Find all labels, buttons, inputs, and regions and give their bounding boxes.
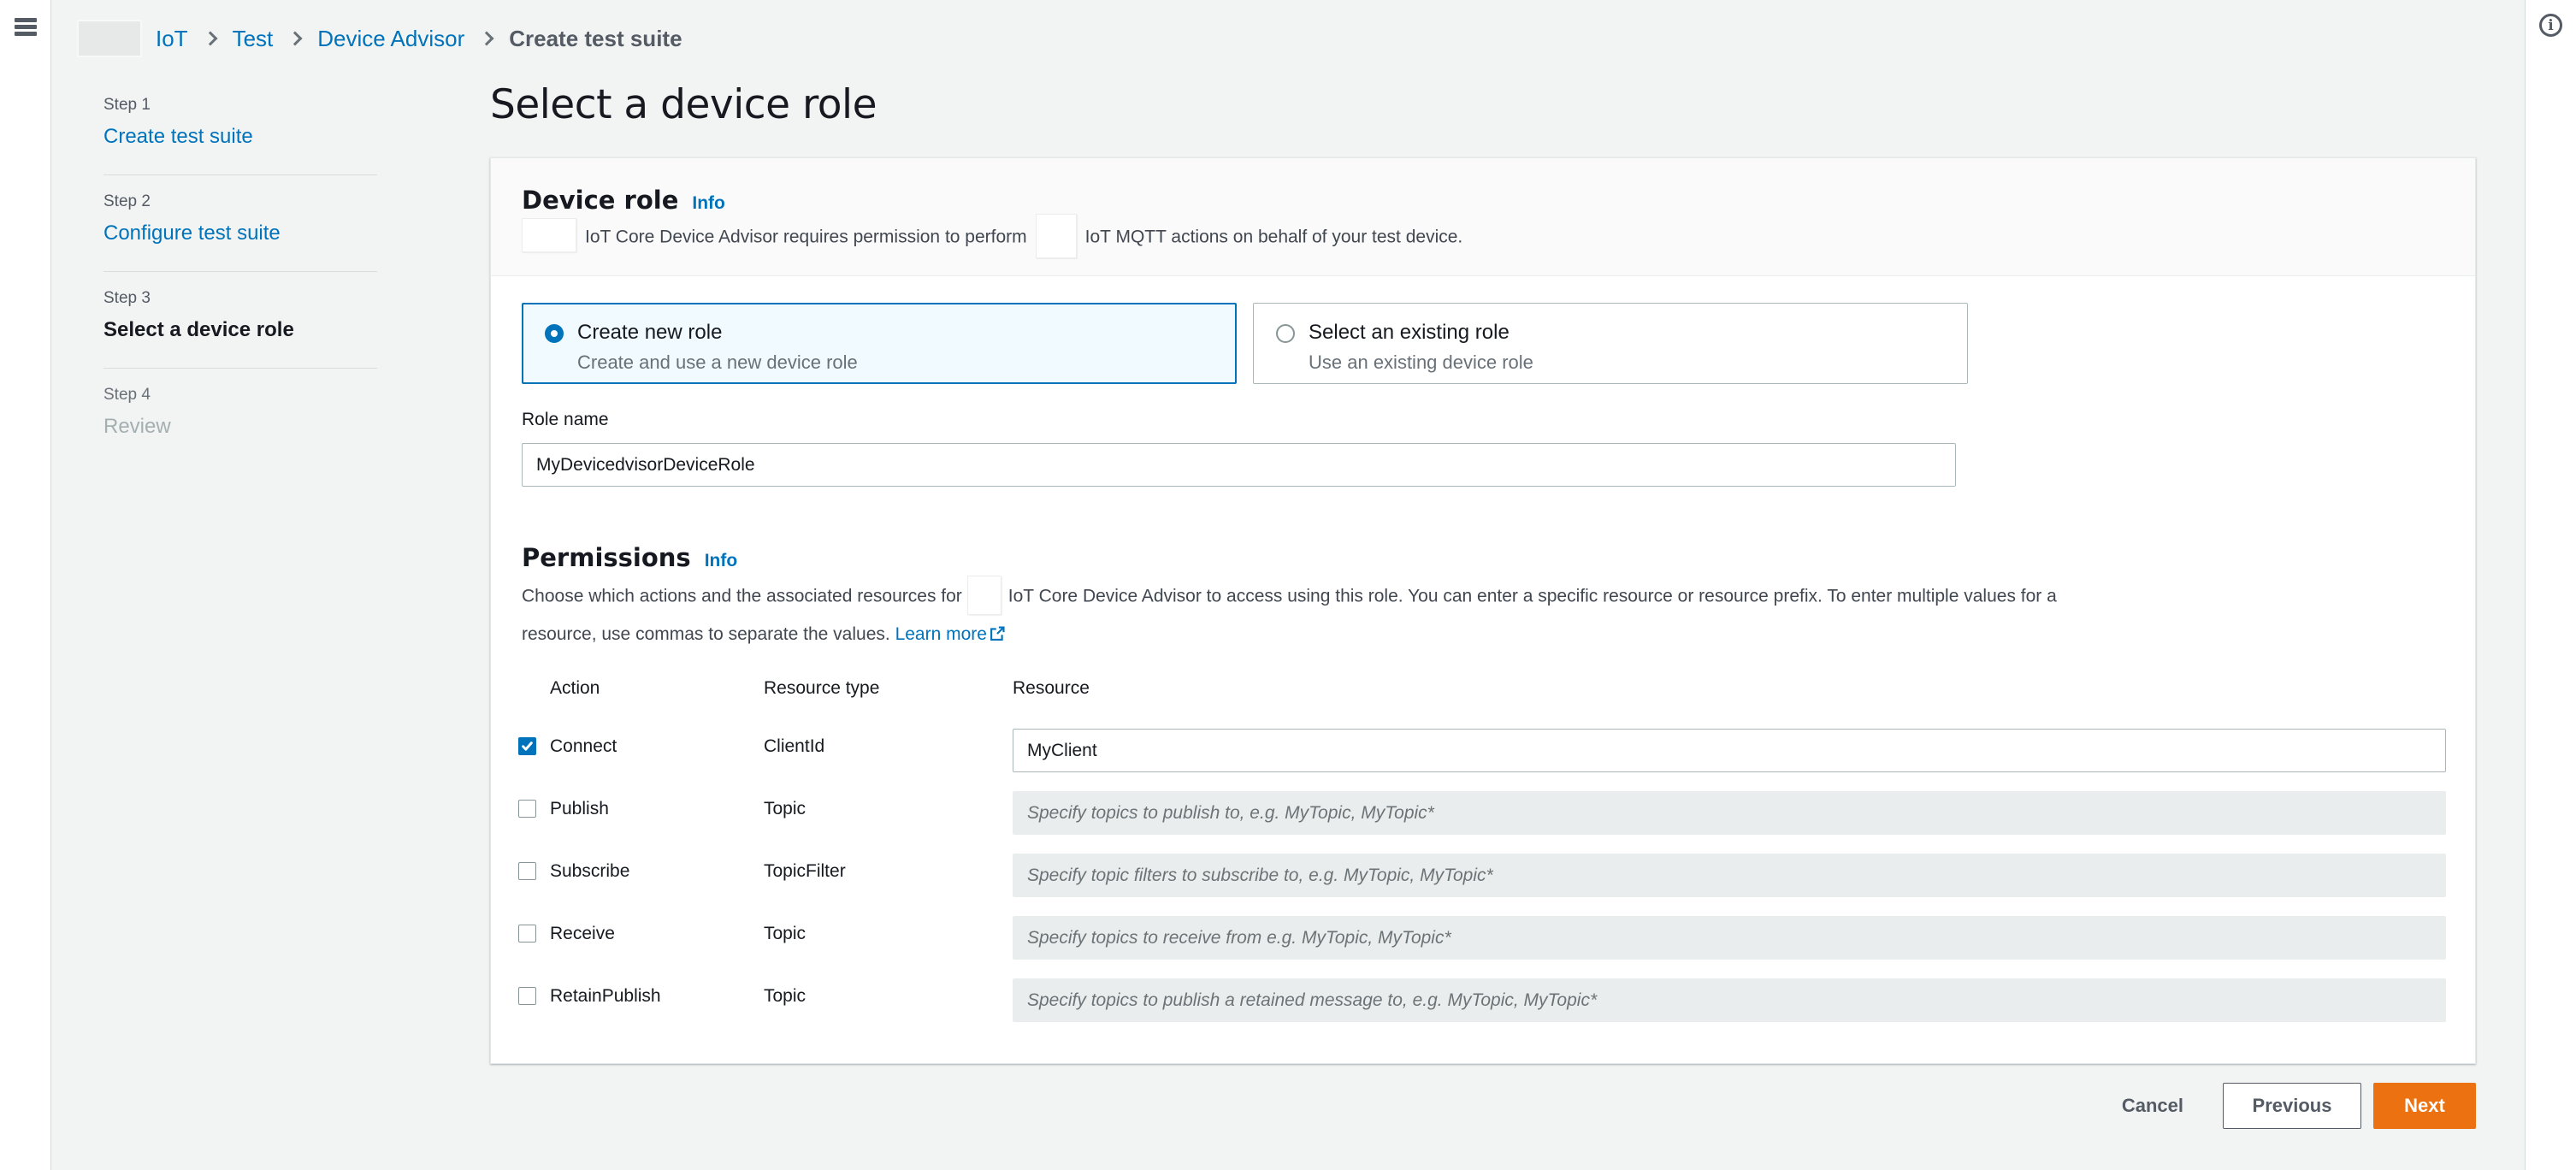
action-label: Connect: [550, 736, 617, 756]
resource-type-label: Topic: [764, 924, 806, 943]
chevron-right-icon: [203, 31, 218, 46]
checkbox-retainpublish[interactable]: [518, 987, 536, 1005]
right-help-rail: i: [2525, 0, 2576, 1170]
action-label: Subscribe: [550, 861, 630, 881]
breadcrumb-link-iot[interactable]: IoT: [156, 26, 188, 52]
info-icon[interactable]: i: [2539, 14, 2562, 37]
step-number: Step 2: [103, 192, 151, 210]
next-button[interactable]: Next: [2373, 1083, 2476, 1129]
radio-selected-icon[interactable]: [545, 324, 564, 343]
action-label: Publish: [550, 799, 609, 818]
role-name-input[interactable]: [522, 443, 1956, 487]
column-header-action: Action: [550, 678, 600, 698]
learn-more-link[interactable]: Learn more: [895, 624, 987, 644]
step-number: Step 1: [103, 96, 151, 114]
resource-input-retainpublish: [1013, 978, 2446, 1022]
redaction-box: [522, 218, 576, 252]
resource-type-label: Topic: [764, 799, 806, 818]
breadcrumb-current: Create test suite: [509, 25, 682, 51]
wizard-step-4: Step 4 Review: [103, 369, 377, 464]
column-header-resource-type: Resource type: [764, 678, 880, 698]
previous-button[interactable]: Previous: [2223, 1083, 2361, 1129]
page: i IoT Test Device Advisor Create test su…: [0, 0, 2576, 1170]
checkbox-receive[interactable]: [518, 925, 536, 942]
step-current-select-device-role: Select a device role: [103, 318, 294, 341]
permissions-description-line2: resource, use commas to separate the val…: [522, 624, 1006, 647]
tile-label: Create new role: [577, 321, 723, 344]
device-role-card: Device role Info IoT Core Device Advisor…: [490, 157, 2476, 1064]
resource-input-publish: [1013, 791, 2446, 835]
role-option-tiles: Create new role Create and use a new dev…: [522, 303, 1968, 384]
tile-description: Create and use a new device role: [577, 352, 858, 373]
hamburger-menu-icon[interactable]: [15, 18, 37, 38]
device-role-heading: Device role: [522, 186, 679, 215]
wizard-step-3: Step 3 Select a device role: [103, 272, 377, 369]
step-number: Step 4: [103, 386, 151, 404]
tile-create-new-role[interactable]: Create new role Create and use a new dev…: [522, 303, 1237, 384]
column-header-resource: Resource: [1013, 678, 1090, 698]
resource-input-receive: [1013, 916, 2446, 960]
chevron-right-icon: [479, 31, 494, 46]
permissions-heading: Permissions: [522, 543, 691, 572]
checkbox-subscribe[interactable]: [518, 862, 536, 880]
left-nav-rail: [0, 0, 51, 1170]
wizard-footer-actions: Cancel Previous Next: [2122, 1083, 2476, 1129]
action-label: Receive: [550, 924, 615, 943]
step-number: Step 3: [103, 289, 151, 307]
redaction-box: [1035, 214, 1077, 258]
step-link-configure-test-suite[interactable]: Configure test suite: [103, 222, 377, 245]
check-icon: [522, 742, 533, 751]
checkbox-connect[interactable]: [518, 737, 536, 755]
page-title: Select a device role: [490, 81, 877, 128]
wizard-steps-nav: Step 1 Create test suite Step 2 Configur…: [103, 79, 377, 464]
device-role-info-link[interactable]: Info: [692, 193, 724, 214]
permissions-info-link[interactable]: Info: [705, 551, 737, 571]
tile-select-existing-role[interactable]: Select an existing role Use an existing …: [1253, 303, 1968, 384]
resource-type-label: TopicFilter: [764, 861, 846, 881]
device-role-section-header: Device role Info IoT Core Device Advisor…: [491, 158, 2475, 276]
wizard-step-2: Step 2 Configure test suite: [103, 175, 377, 272]
breadcrumb-link-device-advisor[interactable]: Device Advisor: [317, 26, 464, 52]
action-label: RetainPublish: [550, 986, 661, 1006]
tile-description: Use an existing device role: [1309, 352, 1533, 373]
wizard-step-1: Step 1 Create test suite: [103, 79, 377, 175]
radio-unselected-icon[interactable]: [1276, 324, 1295, 343]
permissions-description-line1: Choose which actions and the associated …: [522, 576, 2057, 615]
tile-label: Select an existing role: [1309, 321, 1510, 344]
checkbox-publish[interactable]: [518, 800, 536, 818]
resource-type-label: Topic: [764, 986, 806, 1006]
resource-type-label: ClientId: [764, 736, 825, 756]
cancel-button[interactable]: Cancel: [2122, 1095, 2183, 1117]
resource-input-connect[interactable]: [1013, 729, 2446, 772]
breadcrumb: IoT Test Device Advisor Create test suit…: [77, 0, 682, 77]
external-link-icon: [989, 625, 1006, 647]
resource-input-subscribe: [1013, 854, 2446, 897]
role-name-label: Role name: [522, 410, 609, 429]
device-role-description: IoT Core Device Advisor requires permiss…: [522, 214, 2444, 258]
redaction-box: [966, 576, 1001, 615]
redaction-box: [77, 20, 142, 57]
step-link-create-test-suite[interactable]: Create test suite: [103, 125, 377, 149]
breadcrumb-link-test[interactable]: Test: [233, 26, 274, 52]
step-disabled-review: Review: [103, 415, 171, 438]
permissions-section-header: Permissions Info: [522, 543, 737, 572]
chevron-right-icon: [287, 31, 303, 46]
